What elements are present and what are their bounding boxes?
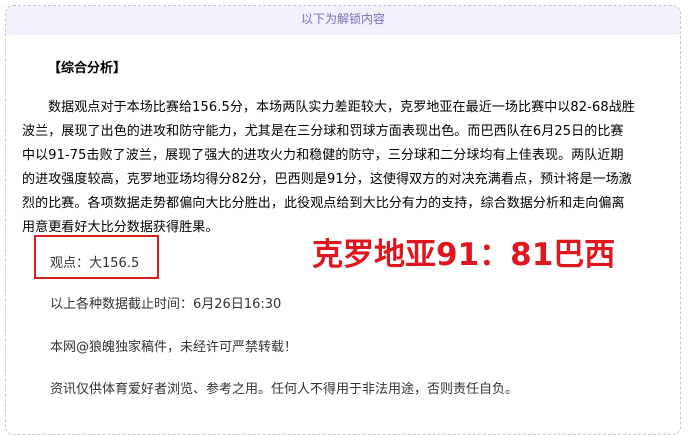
analysis-line: 中以91-75击败了波兰，展现了强大的进攻火力和稳健的防守，三分球和二分球均有上… [22,148,624,163]
unlock-banner: 以下为解锁内容 [6,6,680,34]
predicted-score: 克罗地亚91：81巴西 [312,237,616,273]
copyright-notice: 本网@狼魄独家稿件，未经许可严禁转载！ [50,340,298,355]
analysis-line: 数据观点对于本场比赛给156.5分，本场两队实力差距较大，克罗地亚在最近一场比赛… [48,100,635,115]
analysis-line: 烈的比赛。各项数据走势都偏向大比分胜出，此役观点给到大比分有力的支持，综合数据分… [22,196,625,211]
analysis-line: 波兰，展现了出色的进攻和防守能力，尤其是在三分球和罚球方面表现出色。而巴西队在6… [22,124,624,139]
analysis-paragraph: 数据观点对于本场比赛给156.5分，本场两队实力差距较大，克罗地亚在最近一场比赛… [22,96,672,240]
analysis-line: 的进攻强度较高，克罗地亚场均得分82分，巴西则是91分，这使得双方的对决充满看点… [22,172,632,187]
analysis-heading: 【综合分析】 [48,61,127,76]
viewpoint-text: 观点：大156.5 [50,256,140,271]
disclaimer-text: 资讯仅供体育爱好者浏览、参考之用。任何人不得用于非法用途，否则责任自负。 [50,382,519,397]
data-cutoff-time: 以上各种数据截止时间：6月26日16:30 [50,297,282,312]
